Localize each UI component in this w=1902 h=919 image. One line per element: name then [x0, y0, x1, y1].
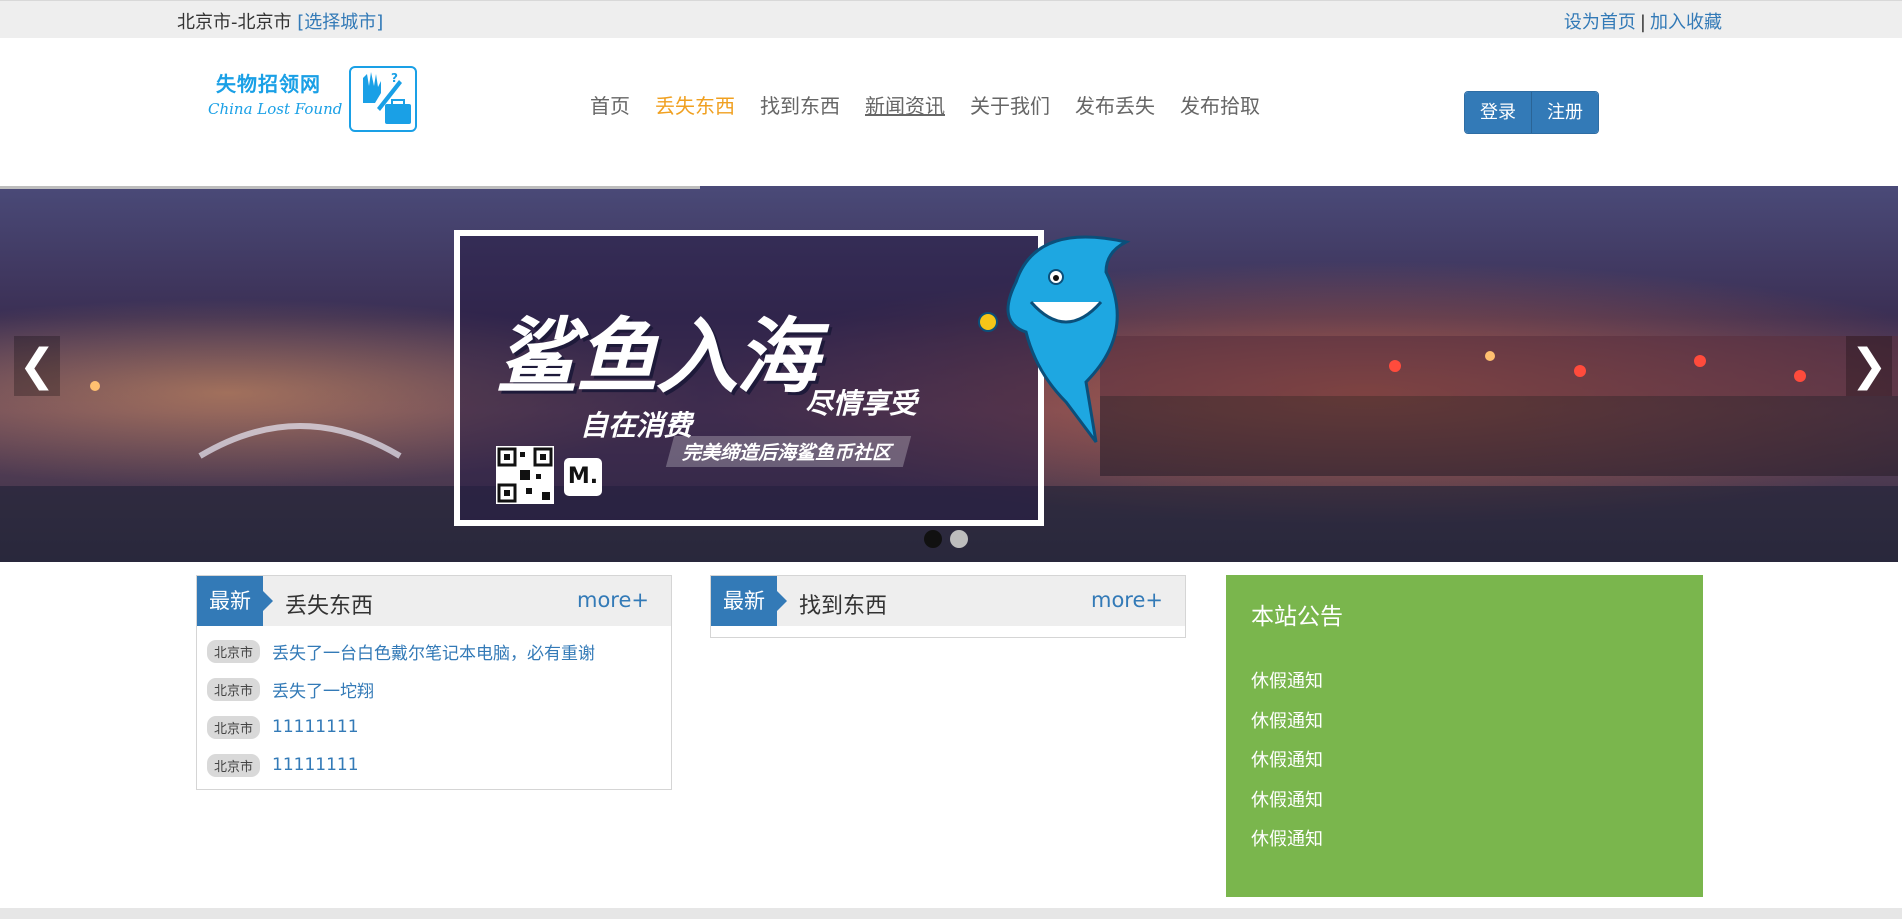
- lost-item-link[interactable]: 丢失了一坨翔: [272, 677, 374, 702]
- location-bar: 北京市-北京市 [选择城市]: [177, 8, 383, 34]
- site-header: 失物招领网 China Lost Found ? 首页 丢失东西 找到东西 新闻…: [0, 38, 1902, 186]
- lost-item-link[interactable]: 丢失了一台白色戴尔笔记本电脑，必有重谢: [272, 639, 595, 664]
- announcement-list: 休假通知 休假通知 休假通知 休假通知 休假通知: [1251, 667, 1323, 865]
- more-link[interactable]: more+: [577, 588, 649, 612]
- announcement-item[interactable]: 休假通知: [1251, 707, 1323, 747]
- top-bar: 北京市-北京市 [选择城市] 设为首页 | 加入收藏: [0, 0, 1902, 38]
- qr-code-icon: [496, 446, 554, 504]
- list-item: 北京市 11111111: [207, 708, 671, 746]
- site-announcements: 本站公告 休假通知 休假通知 休假通知 休假通知 休假通知: [1226, 575, 1703, 897]
- list-item: 北京市 丢失了一坨翔: [207, 670, 671, 708]
- announcement-item[interactable]: 休假通知: [1251, 786, 1323, 826]
- more-link[interactable]: more+: [1091, 588, 1163, 612]
- latest-found-panel: 最新 找到东西 more+: [710, 575, 1186, 638]
- nav-post-lost[interactable]: 发布丢失: [1075, 90, 1155, 119]
- site-logo[interactable]: 失物招领网 China Lost Found ?: [208, 66, 423, 134]
- brand-badge: M.: [564, 458, 602, 496]
- set-homepage-link[interactable]: 设为首页: [1564, 12, 1636, 33]
- carousel-indicators: [924, 530, 976, 548]
- panel-title: 找到东西: [799, 594, 888, 619]
- carousel-dot-2[interactable]: [950, 530, 968, 548]
- shark-mascot-icon: [976, 222, 1146, 452]
- panel-title: 丢失东西: [285, 594, 374, 619]
- announcement-item[interactable]: 休假通知: [1251, 667, 1323, 707]
- nav-post-found[interactable]: 发布拾取: [1180, 90, 1260, 119]
- announcement-item[interactable]: 休假通知: [1251, 746, 1323, 786]
- carousel-prev-button[interactable]: ❮: [14, 336, 60, 396]
- register-button[interactable]: 注册: [1531, 92, 1598, 133]
- latest-ribbon: 最新: [197, 576, 273, 626]
- announcements-title: 本站公告: [1251, 604, 1343, 630]
- panel-header: 最新 丢失东西 more+: [197, 576, 671, 626]
- main-nav: 首页 丢失东西 找到东西 新闻资讯 关于我们 发布丢失 发布拾取: [590, 90, 1285, 119]
- city-tag: 北京市: [207, 753, 261, 777]
- logo-text-cn: 失物招领网: [216, 72, 321, 96]
- page-bottom-strip: [0, 908, 1902, 919]
- promo-frame: 鲨鱼入海 尽情享受 自在消费 完美缔造后海鲨鱼币社区 M.: [454, 230, 1044, 526]
- nav-lost-items[interactable]: 丢失东西: [655, 90, 735, 119]
- latest-ribbon: 最新: [711, 576, 787, 626]
- lost-item-link[interactable]: 11111111: [272, 755, 359, 775]
- nav-found-items[interactable]: 找到东西: [760, 90, 840, 119]
- separator: |: [1639, 12, 1646, 33]
- lost-item-link[interactable]: 11111111: [272, 717, 359, 737]
- slide-progress-bar: [0, 186, 700, 189]
- svg-text:?: ?: [391, 71, 398, 85]
- promo-headline: 鲨鱼入海: [496, 310, 818, 405]
- list-item: 北京市 11111111: [207, 746, 671, 784]
- nav-home[interactable]: 首页: [590, 90, 630, 119]
- select-city-link[interactable]: [选择城市]: [297, 12, 383, 33]
- current-location: 北京市-北京市: [177, 12, 292, 33]
- banner-carousel: 鲨鱼入海 尽情享受 自在消费 完美缔造后海鲨鱼币社区 M. ❮ ❯: [0, 186, 1898, 562]
- nav-about[interactable]: 关于我们: [970, 90, 1050, 119]
- lost-items-list: 北京市 丢失了一台白色戴尔笔记本电脑，必有重谢 北京市 丢失了一坨翔 北京市 1…: [197, 626, 671, 784]
- logo-text-en: China Lost Found: [208, 100, 343, 118]
- city-tag: 北京市: [207, 715, 261, 739]
- list-item: 北京市 丢失了一台白色戴尔笔记本电脑，必有重谢: [207, 632, 671, 670]
- promo-tagline: 完美缔造后海鲨鱼币社区: [665, 436, 912, 467]
- announcement-item[interactable]: 休假通知: [1251, 825, 1323, 865]
- latest-lost-panel: 最新 丢失东西 more+ 北京市 丢失了一台白色戴尔笔记本电脑，必有重谢 北京…: [196, 575, 672, 790]
- promo-subtitle-right: 尽情享受: [805, 387, 918, 420]
- login-button[interactable]: 登录: [1465, 92, 1531, 133]
- auth-button-group: 登录 注册: [1464, 91, 1599, 134]
- carousel-next-button[interactable]: ❯: [1846, 336, 1892, 396]
- city-tag: 北京市: [207, 639, 261, 663]
- city-tag: 北京市: [207, 677, 261, 701]
- nav-news[interactable]: 新闻资讯: [865, 90, 945, 119]
- carousel-dot-1[interactable]: [924, 530, 942, 548]
- add-favorite-link[interactable]: 加入收藏: [1650, 12, 1722, 33]
- site-links: 设为首页 | 加入收藏: [1564, 8, 1722, 34]
- lost-found-icon: ?: [349, 66, 417, 132]
- panel-header: 最新 找到东西 more+: [711, 576, 1185, 626]
